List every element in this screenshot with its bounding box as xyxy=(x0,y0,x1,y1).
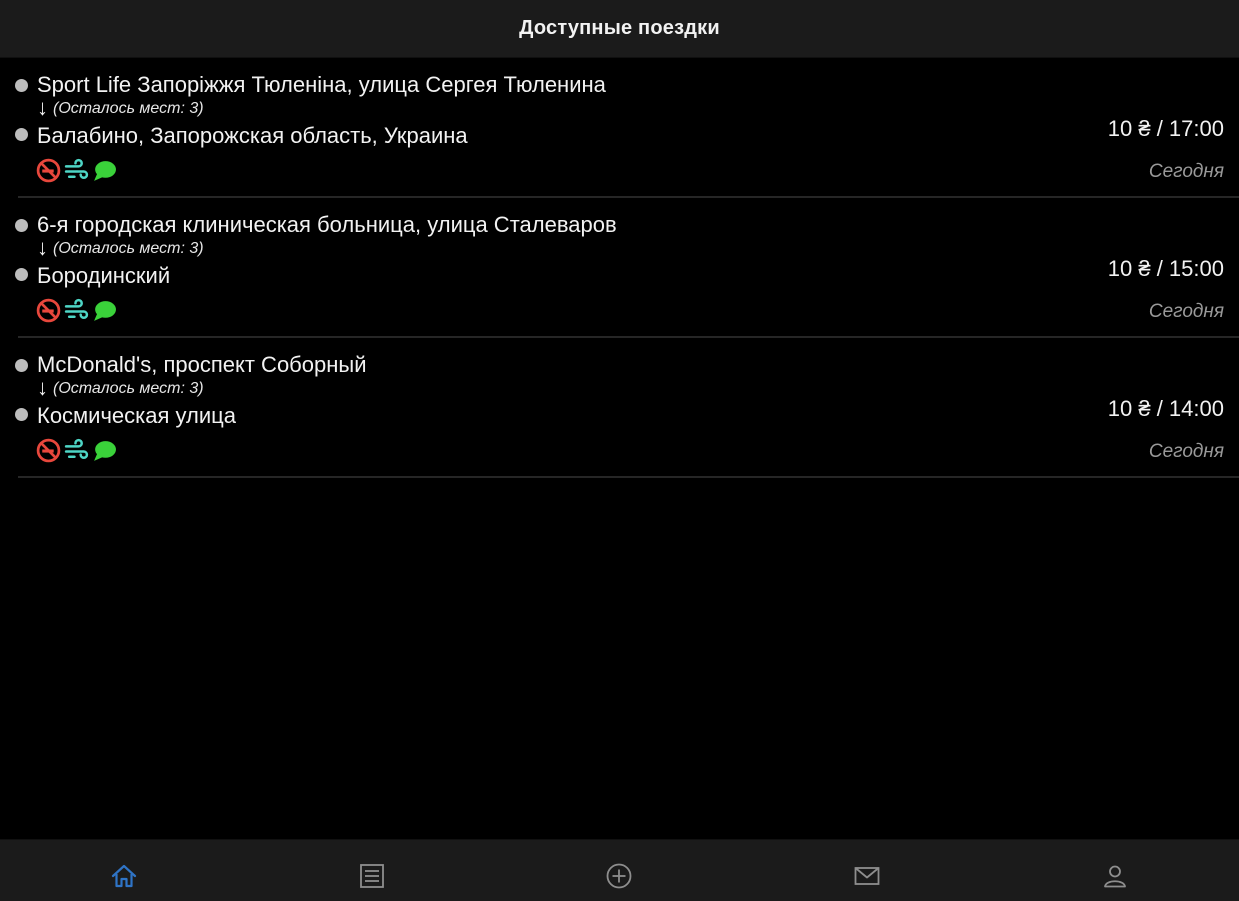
arrow-down-icon: ↓ xyxy=(37,95,48,120)
page-title: Доступные поездки xyxy=(519,17,720,39)
nav-bar: Доступные поездки xyxy=(0,0,1239,58)
tab-profile[interactable] xyxy=(991,840,1239,901)
trip-date: Сегодня xyxy=(1148,301,1224,322)
destination-dot-icon xyxy=(15,408,28,421)
trip-row[interactable]: Sport Life Запоріжжя Тюленіна, улица Сер… xyxy=(0,58,1239,198)
air-conditioning-icon xyxy=(64,298,89,319)
seats-info: ↓ (Осталось мест: 3) xyxy=(37,375,204,400)
chat-icon xyxy=(94,441,116,461)
trip-price-time: 10 ₴ / 14:00 xyxy=(1107,396,1224,421)
trip-destination: Космическая улица xyxy=(37,403,237,428)
trip-features xyxy=(36,438,120,463)
trip-features xyxy=(36,298,120,323)
tab-bar xyxy=(0,839,1239,901)
trip-date: Сегодня xyxy=(1148,161,1224,182)
tab-add[interactable] xyxy=(496,840,744,901)
tab-list[interactable] xyxy=(248,840,496,901)
arrow-down-icon: ↓ xyxy=(37,375,48,400)
seats-info: ↓ (Осталось мест: 3) xyxy=(37,95,204,120)
tab-messages[interactable] xyxy=(743,840,991,901)
trip-features xyxy=(36,158,120,183)
list-icon xyxy=(359,863,384,888)
no-smoking-icon xyxy=(36,158,61,183)
air-conditioning-icon xyxy=(64,438,89,459)
mail-icon xyxy=(854,866,880,885)
destination-dot-icon xyxy=(15,128,28,141)
trip-origin: McDonald's, проспект Соборный xyxy=(37,352,367,377)
trip-row[interactable]: 6-я городская клиническая больница, улиц… xyxy=(0,198,1239,338)
no-smoking-icon xyxy=(36,438,61,463)
origin-dot-icon xyxy=(15,79,28,92)
trip-list: Sport Life Запоріжжя Тюленіна, улица Сер… xyxy=(0,58,1239,478)
trip-row[interactable]: McDonald's, проспект Соборный ↓ (Осталос… xyxy=(0,338,1239,478)
chat-icon xyxy=(94,301,116,321)
no-smoking-icon xyxy=(36,298,61,323)
destination-dot-icon xyxy=(15,268,28,281)
trip-date: Сегодня xyxy=(1148,441,1224,462)
seats-info: ↓ (Осталось мест: 3) xyxy=(37,235,204,260)
origin-dot-icon xyxy=(15,219,28,232)
trip-origin: 6-я городская клиническая больница, улиц… xyxy=(37,212,617,237)
arrow-down-icon: ↓ xyxy=(37,235,48,260)
trip-price-time: 10 ₴ / 17:00 xyxy=(1107,116,1224,141)
row-divider xyxy=(18,476,1239,478)
trip-origin: Sport Life Запоріжжя Тюленіна, улица Сер… xyxy=(37,72,606,97)
trip-destination: Бородинский xyxy=(37,263,171,288)
home-icon xyxy=(111,864,136,887)
trip-price-time: 10 ₴ / 15:00 xyxy=(1107,256,1224,281)
air-conditioning-icon xyxy=(64,158,89,179)
chat-icon xyxy=(94,161,116,181)
tab-home[interactable] xyxy=(0,840,248,901)
seats-left: (Осталось мест: 3) xyxy=(53,240,204,257)
origin-dot-icon xyxy=(15,359,28,372)
trip-destination: Балабино, Запорожская область, Украина xyxy=(37,123,468,148)
add-circle-icon xyxy=(607,863,632,888)
seats-left: (Осталось мест: 3) xyxy=(53,100,204,117)
profile-icon xyxy=(1104,865,1126,887)
seats-left: (Осталось мест: 3) xyxy=(53,380,204,397)
